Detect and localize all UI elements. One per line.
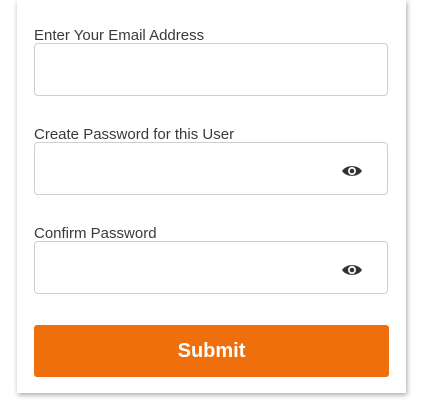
email-field-container[interactable] [34, 43, 388, 96]
eye-icon[interactable] [341, 164, 363, 178]
password-field[interactable] [35, 143, 387, 194]
confirm-password-field-container[interactable] [34, 241, 388, 294]
email-field[interactable] [35, 44, 387, 95]
eye-icon[interactable] [341, 263, 363, 277]
signup-form-card: Enter Your Email Address Create Password… [17, 0, 406, 393]
submit-button[interactable]: Submit [34, 325, 389, 377]
confirm-password-field[interactable] [35, 242, 387, 293]
password-field-container[interactable] [34, 142, 388, 195]
